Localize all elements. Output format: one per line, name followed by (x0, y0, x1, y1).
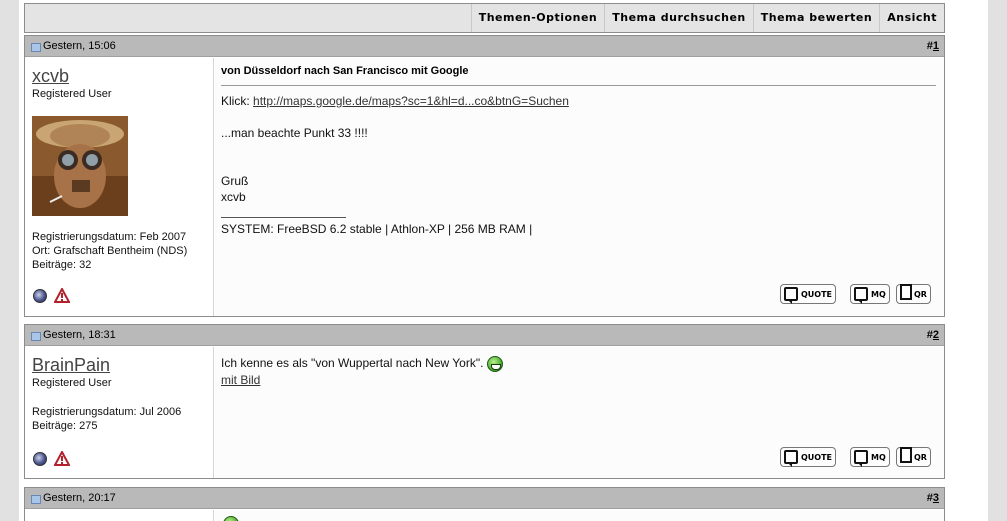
view-menu[interactable]: Ansicht (879, 4, 944, 32)
thread-toolbar-buttons: Themen-Optionen Thema durchsuchen Thema … (470, 4, 944, 32)
user-title: Registered User (32, 377, 112, 389)
post-number: #1 (927, 36, 939, 57)
post-number-link[interactable]: 2 (933, 329, 939, 341)
post-icon (31, 43, 41, 52)
maps-link[interactable]: http://maps.google.de/maps?sc=1&hl=d...c… (253, 94, 569, 108)
user-info-panel: BrainPain Registered User Registrierungs… (25, 347, 214, 478)
post-content: Ich kenne es als "von Wuppertal nach New… (215, 347, 944, 478)
multiquote-icon (854, 287, 868, 304)
post-2: Gestern, 18:31 #2 BrainPain Registered U… (24, 324, 945, 479)
post-message-line: Klick: http://maps.google.de/maps?sc=1&h… (221, 93, 569, 109)
user-location: Ort: Grafschaft Bentheim (NDS) (32, 245, 188, 257)
username-link[interactable]: xcvb (32, 66, 69, 86)
multiquote-icon (854, 450, 868, 467)
quote-button[interactable]: QUOTE (780, 447, 837, 467)
post-number: #3 (927, 488, 939, 509)
post-icon (31, 495, 41, 504)
multiquote-button[interactable]: MQ (850, 447, 890, 467)
post-date: Gestern, 18:31 (43, 329, 116, 341)
user-info-panel: xcvb Registered User Registrierungsdatum… (25, 58, 214, 316)
post-3: Gestern, 20:17 #3 (24, 487, 945, 521)
title-divider (221, 85, 936, 86)
username-link[interactable]: BrainPain (32, 355, 110, 375)
quote-button[interactable]: QUOTE (780, 284, 837, 304)
user-reg-date: Registrierungsdatum: Jul 2006 (32, 406, 182, 418)
post-message-line: Ich kenne es als "von Wuppertal nach New… (221, 355, 503, 372)
quick-reply-icon (900, 284, 912, 300)
quick-reply-icon (900, 447, 912, 463)
post-body: BrainPain Registered User Registrierungs… (25, 347, 944, 478)
post-icon (31, 332, 41, 341)
post-content: von Düsseldorf nach San Francisco mit Go… (215, 58, 944, 316)
post-greeting: Gruß (221, 174, 249, 188)
post-message-text: ...man beachte Punkt 33 !!!! (221, 126, 368, 140)
user-title: Registered User (32, 88, 112, 100)
post-number-link[interactable]: 3 (933, 492, 939, 504)
quote-button-label: QUOTE (801, 452, 833, 462)
post-body: xcvb Registered User Registrierungsdatum… (25, 58, 944, 316)
post-1: Gestern, 15:06 #1 xcvb Registered User R… (24, 35, 945, 317)
quick-reply-button-label: QR (914, 452, 927, 462)
signature-divider (221, 217, 346, 218)
quick-reply-button[interactable]: QR (896, 447, 931, 467)
post-date: Gestern, 20:17 (43, 492, 116, 504)
post-signoff: xcvb (221, 190, 246, 204)
post-message-link-line: mit Bild (221, 372, 260, 388)
offline-status-icon (33, 452, 47, 466)
user-reg-date: Registrierungsdatum: Feb 2007 (32, 231, 187, 243)
quote-button-label: QUOTE (801, 289, 833, 299)
report-post-icon[interactable] (54, 288, 70, 303)
post-header: Gestern, 20:17 #3 (25, 488, 944, 509)
post-header: Gestern, 15:06 #1 (25, 36, 944, 57)
avatar[interactable] (32, 116, 128, 216)
grin-smiley-icon (486, 355, 503, 372)
image-link[interactable]: mit Bild (221, 373, 260, 387)
post-content (215, 510, 944, 521)
user-post-count: Beiträge: 275 (32, 420, 98, 432)
post-message-text: Ich kenne es als "von Wuppertal nach New… (221, 356, 484, 370)
quick-reply-button[interactable]: QR (896, 284, 931, 304)
user-info-panel (25, 510, 214, 521)
user-stats: Registrierungsdatum: Jul 2006 Beiträge: … (32, 405, 181, 433)
rate-thread-menu[interactable]: Thema bewerten (752, 4, 879, 32)
post-header: Gestern, 18:31 #2 (25, 325, 944, 346)
quick-reply-button-label: QR (914, 289, 927, 299)
quote-icon (784, 287, 798, 304)
user-stats: Registrierungsdatum: Feb 2007 Ort: Grafs… (32, 230, 187, 272)
multiquote-button-label: MQ (871, 289, 886, 299)
thread-toolbar: Themen-Optionen Thema durchsuchen Thema … (24, 3, 945, 33)
quote-icon (784, 450, 798, 467)
multiquote-button[interactable]: MQ (850, 284, 890, 304)
post-signature: SYSTEM: FreeBSD 6.2 stable | Athlon-XP |… (221, 222, 533, 236)
multiquote-button-label: MQ (871, 452, 886, 462)
offline-status-icon (33, 289, 47, 303)
search-thread-menu[interactable]: Thema durchsuchen (604, 4, 753, 32)
report-post-icon[interactable] (54, 451, 70, 466)
user-post-count: Beiträge: 32 (32, 259, 92, 271)
click-label: Klick: (221, 94, 254, 108)
grin-smiley-icon (223, 516, 239, 521)
post-title: von Düsseldorf nach San Francisco mit Go… (221, 65, 469, 77)
post-body (25, 510, 944, 521)
post-number: #2 (927, 325, 939, 346)
thread-options-menu[interactable]: Themen-Optionen (470, 4, 605, 32)
post-date: Gestern, 15:06 (43, 40, 116, 52)
post-number-link[interactable]: 1 (933, 40, 939, 52)
